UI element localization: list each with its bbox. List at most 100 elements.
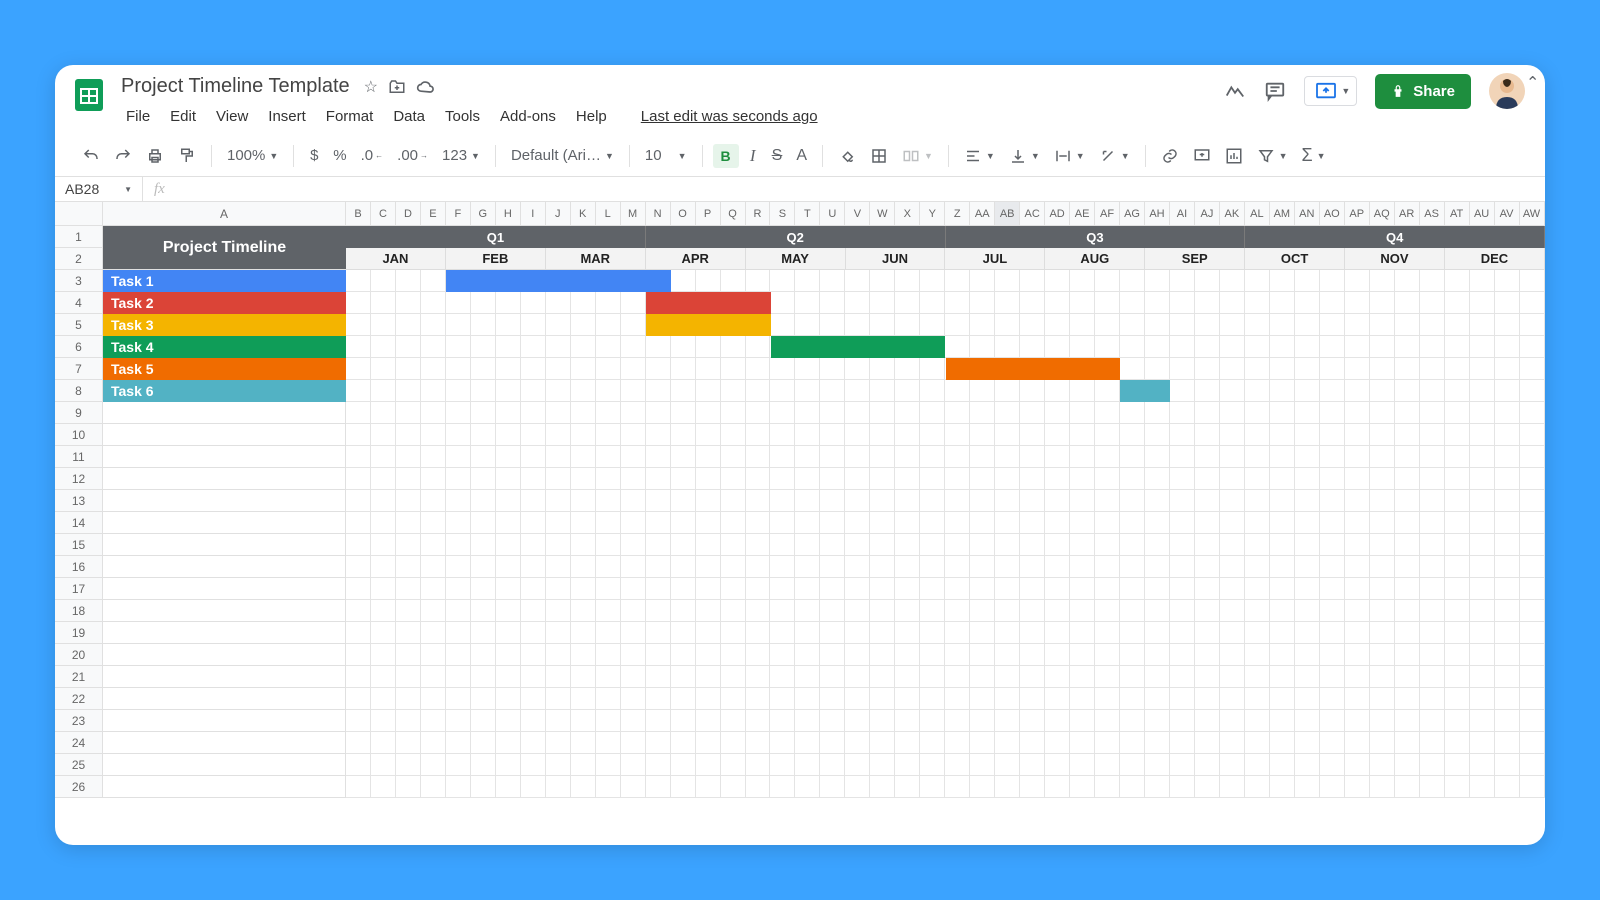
cell[interactable]	[1295, 622, 1320, 644]
cell[interactable]	[1395, 446, 1420, 468]
cell[interactable]	[870, 270, 895, 292]
cell[interactable]	[770, 314, 795, 336]
cell[interactable]	[446, 336, 471, 358]
row-header[interactable]: 15	[55, 534, 103, 556]
cell[interactable]	[970, 490, 995, 512]
cell[interactable]	[1145, 314, 1170, 336]
cell[interactable]	[795, 490, 820, 512]
cell[interactable]	[1045, 314, 1070, 336]
month-cell[interactable]: SEP	[1145, 248, 1245, 270]
cell[interactable]	[671, 578, 696, 600]
cell[interactable]	[795, 688, 820, 710]
col-header[interactable]: AF	[1095, 202, 1120, 226]
cell[interactable]	[1420, 446, 1445, 468]
cell[interactable]	[1170, 666, 1195, 688]
cell[interactable]	[1395, 270, 1420, 292]
cell[interactable]	[1320, 468, 1345, 490]
row-header[interactable]: 25	[55, 754, 103, 776]
cell[interactable]	[1220, 622, 1245, 644]
cell[interactable]	[1020, 578, 1045, 600]
cell[interactable]	[1370, 666, 1395, 688]
cell[interactable]	[1245, 402, 1270, 424]
cell[interactable]	[1120, 622, 1145, 644]
cell[interactable]	[945, 556, 970, 578]
cell[interactable]	[521, 380, 546, 402]
cell[interactable]	[1520, 270, 1545, 292]
cell[interactable]	[1195, 666, 1220, 688]
cell[interactable]	[471, 512, 496, 534]
cell[interactable]	[346, 666, 371, 688]
cell[interactable]	[1020, 534, 1045, 556]
col-header[interactable]: AW	[1520, 202, 1545, 226]
cell[interactable]	[820, 556, 845, 578]
cell[interactable]	[596, 644, 621, 666]
cell[interactable]	[346, 490, 371, 512]
filter-button[interactable]: ▼	[1252, 143, 1293, 169]
cell[interactable]	[1020, 688, 1045, 710]
col-header[interactable]: R	[746, 202, 771, 226]
cell[interactable]	[1220, 314, 1245, 336]
cell[interactable]	[1220, 710, 1245, 732]
cell[interactable]	[1445, 270, 1470, 292]
cell[interactable]	[895, 424, 920, 446]
cell[interactable]	[1520, 732, 1545, 754]
format-123-button[interactable]: 123▼	[437, 143, 485, 168]
cell[interactable]	[795, 402, 820, 424]
cell[interactable]	[1295, 754, 1320, 776]
v-align-button[interactable]: ▼	[1004, 143, 1045, 169]
month-cell[interactable]: APR	[646, 248, 746, 270]
cell[interactable]	[870, 688, 895, 710]
cell[interactable]	[1020, 446, 1045, 468]
cell[interactable]	[995, 600, 1020, 622]
cell[interactable]	[920, 402, 945, 424]
cell[interactable]	[920, 534, 945, 556]
cell[interactable]	[496, 776, 521, 798]
row-header[interactable]: 17	[55, 578, 103, 600]
cell[interactable]	[421, 600, 446, 622]
cell[interactable]	[870, 490, 895, 512]
cell[interactable]	[103, 622, 346, 644]
cell[interactable]	[646, 490, 671, 512]
cell[interactable]	[945, 578, 970, 600]
cell[interactable]	[646, 732, 671, 754]
cell[interactable]	[770, 644, 795, 666]
cell[interactable]	[446, 776, 471, 798]
cell[interactable]	[820, 402, 845, 424]
cell[interactable]	[920, 446, 945, 468]
cell[interactable]	[945, 600, 970, 622]
cell[interactable]	[1195, 292, 1220, 314]
cell[interactable]	[421, 424, 446, 446]
cell[interactable]	[945, 490, 970, 512]
cell[interactable]	[845, 732, 870, 754]
cell[interactable]	[870, 446, 895, 468]
cell[interactable]	[1395, 534, 1420, 556]
cell[interactable]	[970, 622, 995, 644]
cell[interactable]	[1370, 424, 1395, 446]
cell[interactable]	[1295, 402, 1320, 424]
row-header[interactable]: 13	[55, 490, 103, 512]
cell[interactable]	[421, 556, 446, 578]
cell[interactable]	[995, 732, 1020, 754]
cell[interactable]	[1270, 292, 1295, 314]
cell[interactable]	[1270, 446, 1295, 468]
row-header[interactable]: 4	[55, 292, 103, 314]
cell[interactable]	[920, 424, 945, 446]
cell[interactable]	[795, 424, 820, 446]
cell[interactable]	[646, 666, 671, 688]
cell[interactable]	[770, 292, 795, 314]
cell[interactable]	[1245, 578, 1270, 600]
cell[interactable]	[546, 512, 571, 534]
wrap-button[interactable]: ▼	[1049, 143, 1090, 169]
cell[interactable]	[571, 666, 596, 688]
cell[interactable]	[546, 358, 571, 380]
cell[interactable]	[396, 578, 421, 600]
cell[interactable]	[371, 490, 396, 512]
cell[interactable]	[1345, 688, 1370, 710]
col-header[interactable]: N	[646, 202, 671, 226]
col-header[interactable]: Y	[920, 202, 945, 226]
col-header[interactable]: X	[895, 202, 920, 226]
cell[interactable]	[1045, 732, 1070, 754]
cell[interactable]	[1495, 688, 1520, 710]
cell[interactable]	[820, 666, 845, 688]
row-header[interactable]: 9	[55, 402, 103, 424]
